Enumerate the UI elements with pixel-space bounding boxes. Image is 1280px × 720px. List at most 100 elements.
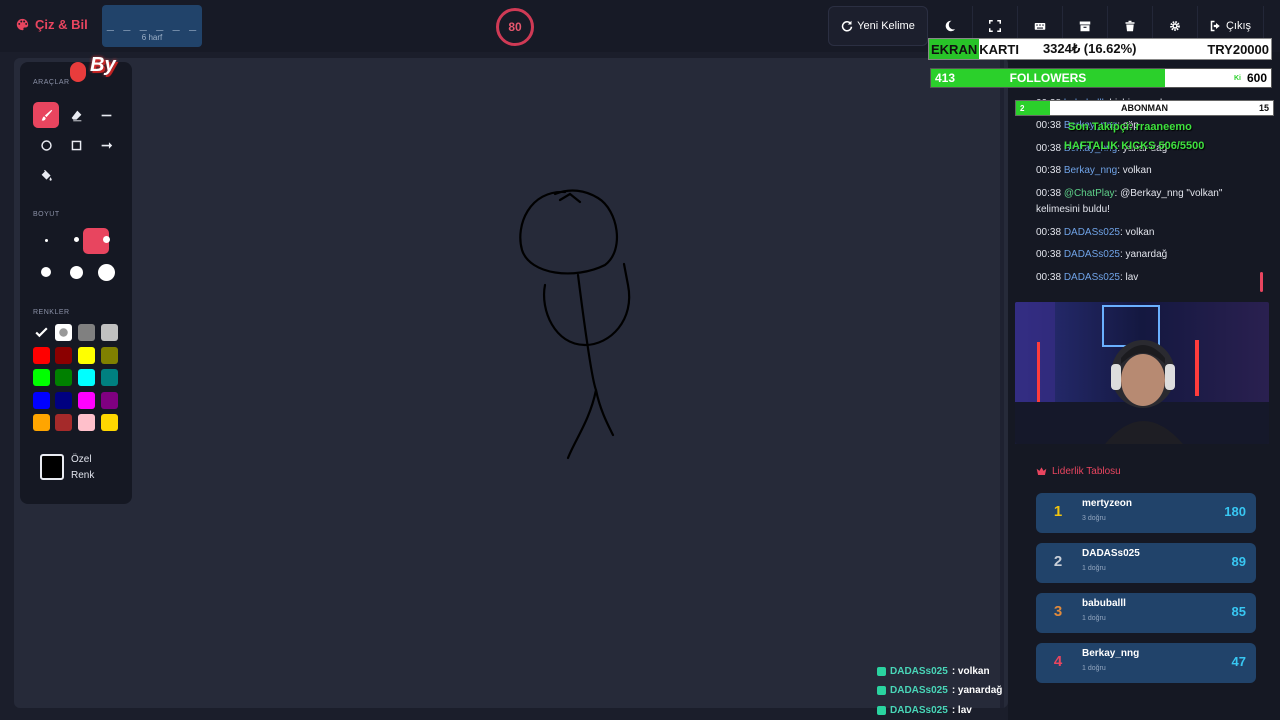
eraser-tool[interactable]: [63, 102, 89, 128]
size-option-5[interactable]: [70, 266, 83, 279]
app-brand[interactable]: Çiz & Bil: [16, 17, 88, 32]
webcam-feed: [1015, 302, 1269, 444]
leaderboard-title: Liderlik Tablosu: [1036, 466, 1121, 477]
color-swatch[interactable]: [78, 347, 95, 364]
arrow-tool[interactable]: [93, 132, 119, 158]
chat-username[interactable]: Berkay_nng: [1064, 165, 1117, 176]
chat-scrollbar[interactable]: [1260, 272, 1263, 292]
leaderboard-rank: 2: [1053, 553, 1063, 570]
leaderboard-rank: 3: [1053, 603, 1063, 620]
square-icon: [71, 140, 81, 150]
leaderboard-player-name: mertyzeon: [1082, 498, 1133, 509]
custom-color-swatch[interactable]: [40, 454, 64, 480]
chat-time: 00:38: [1036, 188, 1062, 199]
color-swatch[interactable]: [33, 392, 50, 409]
fill-tool[interactable]: [33, 162, 59, 188]
chat-time: 00:38: [1036, 227, 1062, 238]
color-swatch[interactable]: [33, 347, 50, 364]
trash-icon: [1125, 20, 1135, 32]
stick-figure-drawing: [519, 189, 631, 460]
word-dashes: _ _ _ _ _ _: [106, 17, 198, 31]
size-option-4[interactable]: [41, 267, 51, 277]
color-swatch[interactable]: [101, 369, 118, 386]
leaderboard-score: 89: [1231, 554, 1246, 569]
leaderboard-player-name: babuballl: [1082, 598, 1126, 609]
leaderboard-row[interactable]: 2 DADASs025 1 doğru 89: [1036, 543, 1256, 583]
color-swatch[interactable]: [101, 324, 118, 341]
leaderboard-rank: 4: [1053, 653, 1063, 670]
chat-text: : volkan: [1119, 227, 1155, 238]
new-word-button[interactable]: Yeni Kelime: [828, 6, 928, 46]
color-swatch[interactable]: [78, 414, 95, 431]
color-swatch[interactable]: [55, 369, 72, 386]
leaderboard-score: 85: [1231, 604, 1246, 619]
overlay-chat-text: : volkan: [951, 665, 990, 677]
size-option-2[interactable]: [74, 237, 79, 242]
color-swatch[interactable]: [101, 347, 118, 364]
crown-icon: [1036, 467, 1047, 475]
leaderboard-player-name: DADASs025: [1082, 548, 1140, 559]
brush-icon: [41, 109, 52, 121]
tool-panel: ARAÇLAR BOYUT RENKLER Özel Renk: [20, 62, 132, 504]
moon-icon: [945, 20, 956, 32]
color-swatch[interactable]: [55, 347, 72, 364]
color-swatch[interactable]: [55, 414, 72, 431]
letter-count: 6 harf: [141, 33, 163, 42]
overlay-chat-text: : lav: [951, 704, 972, 716]
badge-dot: [70, 62, 86, 82]
kick-badge-icon: [877, 666, 886, 676]
canvas-scrollbar[interactable]: [1000, 58, 1004, 708]
line-tool[interactable]: [93, 102, 119, 128]
circle-tool[interactable]: [33, 132, 59, 158]
followers-goal-overlay: 413 FOLLOWERS Ki 600: [930, 68, 1272, 88]
color-swatch[interactable]: [55, 392, 72, 409]
color-swatch[interactable]: [78, 392, 95, 409]
leaderboard-row[interactable]: 3 babuballl 1 doğru 85: [1036, 593, 1256, 633]
chat-username[interactable]: DADASs025: [1064, 272, 1120, 283]
color-swatch[interactable]: [78, 324, 95, 341]
size-option-3[interactable]: [103, 236, 110, 243]
overlay-chat-line: DADASs025 : volkan: [877, 662, 990, 680]
color-swatch[interactable]: [101, 414, 118, 431]
ekran-karti-goal-overlay: EKRAN KARTI 3324₺ (16.62%) TRY20000: [928, 38, 1272, 60]
color-swatch[interactable]: [55, 324, 72, 341]
color-swatch[interactable]: [78, 369, 95, 386]
leaderboard-row[interactable]: 1 mertyzeon 3 doğru 180: [1036, 493, 1256, 533]
circle-icon: [40, 139, 52, 151]
size-option-6[interactable]: [98, 264, 115, 281]
overlay-chat-line: DADASs025 : lav: [877, 701, 972, 719]
leaderboard-correct-count: 1 doğru: [1082, 665, 1106, 672]
custom-color-label: Özel Renk: [71, 452, 94, 484]
custom-color-label-line2: Renk: [71, 470, 95, 481]
chat-text: : volkan: [1117, 165, 1152, 176]
brush-tool[interactable]: [33, 102, 59, 128]
chat-message: 00:38 DADASs025: yanardağ: [1036, 247, 1260, 263]
kick-badge-icon: [877, 686, 886, 695]
refresh-icon: [841, 20, 853, 32]
overlay-chat-user: DADASs025: [890, 685, 948, 696]
size-section-title: BOYUT: [33, 211, 60, 218]
chat-username[interactable]: DADASs025: [1064, 249, 1120, 260]
chat-time: 00:38: [1036, 120, 1062, 131]
rectangle-tool[interactable]: [63, 132, 89, 158]
exit-label: Çıkış: [1225, 20, 1252, 32]
leaderboard-correct-count: 1 doğru: [1082, 615, 1106, 622]
leaderboard-correct-count: 3 doğru: [1082, 515, 1106, 522]
color-swatch[interactable]: [101, 392, 118, 409]
size-option-1[interactable]: [45, 239, 48, 242]
chat-text: : lav: [1119, 272, 1139, 283]
color-swatch[interactable]: [33, 324, 50, 341]
color-swatch[interactable]: [33, 369, 50, 386]
abonman-target: 15: [1258, 103, 1269, 113]
palette-icon: [16, 18, 29, 31]
by-badge-logo: By: [68, 52, 124, 88]
tools-section-title: ARAÇLAR: [33, 79, 70, 86]
color-swatch[interactable]: [33, 414, 50, 431]
overlay-chat-text: : yanardağ: [951, 685, 1003, 696]
chat-username[interactable]: @ChatPlay: [1064, 188, 1115, 199]
followers-target: 600: [1244, 71, 1269, 85]
app-title: Çiz & Bil: [35, 17, 88, 32]
chat-username[interactable]: DADASs025: [1064, 227, 1120, 238]
leaderboard-row[interactable]: 4 Berkay_nng 1 doğru 47: [1036, 643, 1256, 683]
gear-icon: [1170, 21, 1180, 31]
